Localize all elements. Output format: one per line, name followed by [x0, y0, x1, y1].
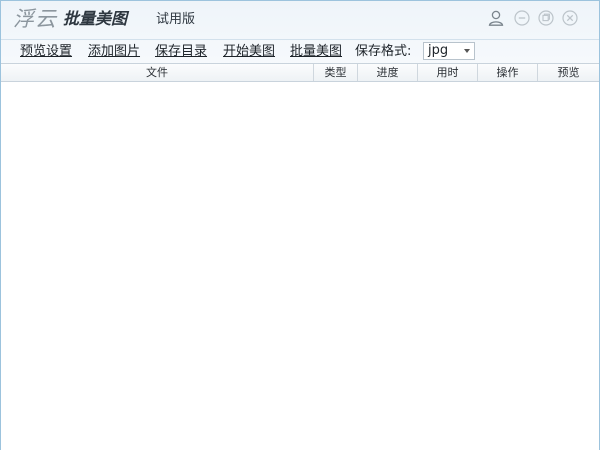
start-beautify-link[interactable]: 开始美图	[223, 43, 275, 61]
minimize-icon	[514, 10, 530, 26]
brand-logo-text: 浮云	[13, 7, 57, 31]
restore-button[interactable]	[537, 9, 555, 27]
minimize-button[interactable]	[513, 9, 531, 27]
column-header-time[interactable]: 用时	[418, 64, 478, 81]
batch-beautify-link[interactable]: 批量美图	[290, 43, 342, 61]
save-directory-link[interactable]: 保存目录	[155, 43, 207, 61]
restore-icon	[538, 10, 554, 26]
preview-settings-link[interactable]: 预览设置	[20, 43, 72, 61]
app-window: 浮云 批量美图 试用版 预览设置 添加图片 保存目录 开始美图 批量美图 保存格…	[0, 0, 600, 450]
table-header: 文件 类型 进度 用时 操作 预览	[1, 64, 599, 82]
save-format-label: 保存格式:	[355, 44, 412, 59]
column-header-type[interactable]: 类型	[314, 64, 358, 81]
column-header-action[interactable]: 操作	[478, 64, 538, 81]
close-icon	[562, 10, 578, 26]
chevron-down-icon	[464, 49, 470, 53]
edition-label: 试用版	[156, 12, 196, 27]
save-format-value: jpg	[428, 43, 449, 58]
toolbar: 预览设置 添加图片 保存目录 开始美图 批量美图 保存格式: jpg	[1, 39, 599, 64]
title-bar[interactable]: 浮云 批量美图 试用版	[1, 1, 599, 39]
file-table: 文件 类型 进度 用时 操作 预览	[1, 63, 599, 450]
app-title: 批量美图	[63, 9, 128, 28]
column-header-preview[interactable]: 预览	[538, 64, 599, 81]
table-body[interactable]	[1, 82, 599, 450]
user-button[interactable]	[487, 9, 505, 27]
column-header-file[interactable]: 文件	[1, 64, 314, 81]
user-icon	[488, 10, 504, 26]
add-images-link[interactable]: 添加图片	[88, 43, 140, 61]
save-format-select[interactable]: jpg	[423, 42, 475, 60]
close-button[interactable]	[561, 9, 579, 27]
column-header-progress[interactable]: 进度	[358, 64, 418, 81]
